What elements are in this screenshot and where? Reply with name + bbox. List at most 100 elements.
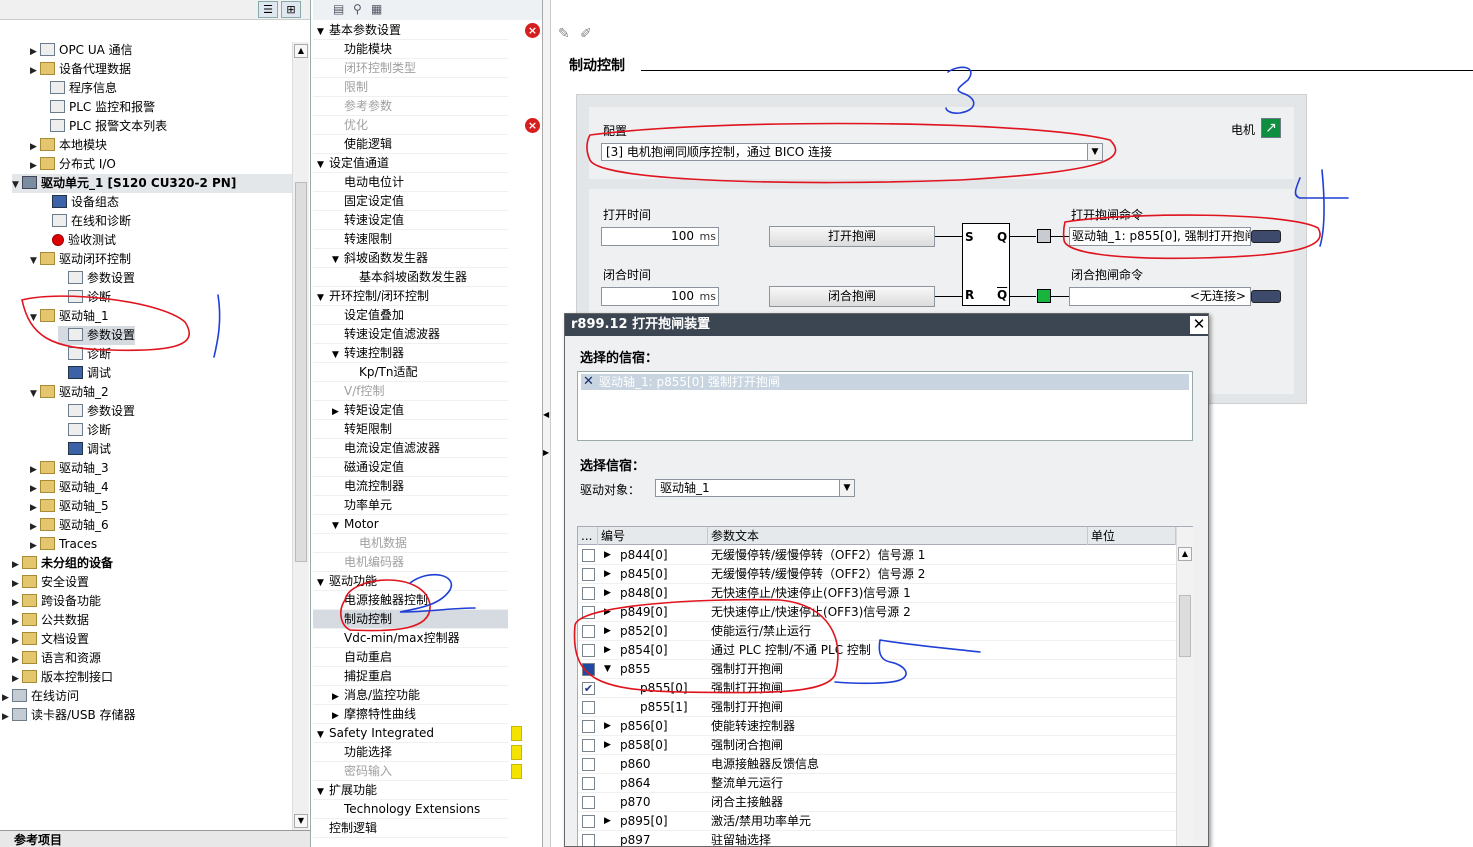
drive-object-select[interactable]: 驱动轴_1 ▼ [655, 479, 855, 497]
nav-item[interactable]: Technology Extensions [313, 800, 508, 819]
row-checkbox[interactable] [582, 739, 595, 752]
nav-item[interactable]: ▶ 摩擦特性曲线 [313, 705, 508, 724]
expand-arrow-icon[interactable]: ▶ [604, 641, 611, 660]
toolbar-icon-c[interactable]: ▦ [371, 2, 382, 16]
nav-item[interactable]: ▼ 开环控制/闭环控制 [313, 287, 508, 306]
row-checkbox[interactable] [582, 568, 595, 581]
tree-item[interactable]: PLC 监控和报警 [40, 98, 155, 117]
expand-arrow-icon[interactable]: ▶ [604, 736, 611, 755]
row-checkbox[interactable] [582, 549, 595, 562]
tree-item[interactable]: ▶ 驱动轴_3 [30, 459, 109, 478]
scroll-thumb[interactable] [1179, 595, 1191, 657]
nav-item[interactable]: 固定设定值 [313, 192, 508, 211]
tree-item[interactable]: 参数设置 [58, 269, 135, 288]
tree-item[interactable]: 设备组态 [42, 193, 119, 212]
tree-item[interactable]: ▼ 驱动单元_1 [S120 CU320-2 PN] [12, 174, 304, 193]
tree-item[interactable]: ▼ 驱动轴_1 [30, 307, 109, 326]
tree-item[interactable]: 在线和诊断 [42, 212, 131, 231]
nav-item[interactable]: V/f控制 [313, 382, 508, 401]
tree-item[interactable]: 诊断 [58, 421, 111, 440]
edit-icon[interactable]: ✎ [558, 26, 570, 42]
expand-arrow-icon[interactable]: ▶ [604, 546, 611, 565]
nav-item[interactable]: ▼ 斜坡函数发生器 [313, 249, 508, 268]
expand-arrow-icon[interactable]: ▶ [604, 717, 611, 736]
table-row[interactable]: p860 电源接触器反馈信息 [578, 755, 1176, 774]
nav-item[interactable]: 制动控制 [313, 610, 508, 629]
connect-close-button[interactable] [1251, 290, 1281, 303]
nav-item[interactable]: ▼ 基本参数设置 [313, 21, 508, 40]
nav-item[interactable]: 功能选择 [313, 743, 508, 762]
tree-item[interactable]: ▶ 本地模块 [30, 136, 107, 155]
table-row[interactable]: ▶ p856[0] 使能转速控制器 [578, 717, 1176, 736]
list-view-icon[interactable]: ☰ [258, 1, 278, 18]
nav-item[interactable]: 电机编码器 [313, 553, 508, 572]
chevron-down-icon[interactable]: ▼ [839, 480, 854, 496]
selected-sink-item[interactable]: ✕ 驱动轴_1: p855[0] 强制打开抱闸 [581, 374, 1189, 390]
tree-item[interactable]: ▶ 驱动轴_4 [30, 478, 109, 497]
table-row[interactable]: ▶ p845[0] 无缓慢停转/缓慢停转（OFF2）信号源 2 [578, 565, 1176, 584]
row-checkbox[interactable] [582, 720, 595, 733]
open-cmd-field[interactable]: 驱动轴_1: p855[0], 强制打开抱闸 [1069, 227, 1251, 246]
table-row[interactable]: ▶ p852[0] 使能运行/禁止运行 [578, 622, 1176, 641]
nav-item[interactable]: Vdc-min/max控制器 [313, 629, 508, 648]
expand-arrow-icon[interactable]: ▼ [30, 385, 40, 404]
tree-item[interactable]: ▶ 安全设置 [12, 573, 89, 592]
add-view-icon[interactable]: ⊞ [281, 1, 301, 18]
nav-item[interactable]: 转矩限制 [313, 420, 508, 439]
row-checkbox[interactable] [582, 644, 595, 657]
nav-item[interactable]: 磁通设定值 [313, 458, 508, 477]
nav-item[interactable]: 自动重启 [313, 648, 508, 667]
tree-item[interactable]: ▶ 设备代理数据 [30, 60, 131, 79]
tree-item[interactable]: 参数设置 [58, 326, 136, 345]
reference-projects-title[interactable]: 参考项目 [0, 830, 310, 847]
nav-item[interactable]: 基本斜坡函数发生器 [313, 268, 508, 287]
row-checkbox[interactable] [582, 606, 595, 619]
open-brake-button[interactable]: 打开抱闸 [769, 226, 935, 247]
nav-item[interactable]: 功能模块 [313, 40, 508, 59]
tree-item[interactable]: ▼ 驱动轴_2 [30, 383, 109, 402]
tree-item[interactable]: ▶ OPC UA 通信 [30, 41, 133, 60]
nav-item[interactable]: 电流设定值滤波器 [313, 439, 508, 458]
tree-item[interactable]: ▶ 跨设备功能 [12, 592, 101, 611]
nav-item[interactable]: ▼ Safety Integrated [313, 724, 508, 743]
close-brake-button[interactable]: 闭合抱闸 [769, 286, 935, 307]
expand-arrow-icon[interactable]: ▶ [604, 622, 611, 641]
expand-arrow-icon[interactable]: ▼ [30, 252, 40, 271]
scroll-up-icon[interactable]: ▲ [294, 44, 308, 58]
row-checkbox[interactable] [582, 777, 595, 790]
table-row[interactable]: ▶ p854[0] 通过 PLC 控制/不通 PLC 控制 [578, 641, 1176, 660]
tree-item[interactable]: ▼ 驱动闭环控制 [30, 250, 131, 269]
nav-item[interactable]: 电源接触器控制 [313, 591, 508, 610]
col-param-text[interactable]: 参数文本 [708, 527, 1088, 545]
expand-arrow-icon[interactable]: ▼ [30, 309, 40, 328]
table-row[interactable]: ▶ p849[0] 无快速停止/快速停止(OFF3)信号源 2 [578, 603, 1176, 622]
open-time-input[interactable]: 100 ms [601, 227, 719, 246]
row-checkbox[interactable] [582, 625, 595, 638]
table-row[interactable]: ▶ p844[0] 无缓慢停转/缓慢停转（OFF2）信号源 1 [578, 546, 1176, 565]
nav-item[interactable]: ▼ 驱动功能 [313, 572, 508, 591]
close-cmd-field[interactable]: <无连接> [1069, 287, 1251, 306]
table-row[interactable]: ▼ p855 强制打开抱闸 [578, 660, 1176, 679]
col-unit[interactable]: 单位 [1088, 527, 1176, 545]
table-row[interactable]: p855[1] 强制打开抱闸 [578, 698, 1176, 717]
nav-item[interactable]: ▼ Motor [313, 515, 508, 534]
nav-item[interactable]: 闭环控制类型 [313, 59, 508, 78]
nav-item[interactable]: ▼ 转速控制器 [313, 344, 508, 363]
tree-item[interactable]: ▶ 分布式 I/O [30, 155, 116, 174]
table-row[interactable]: ▶ p858[0] 强制闭合抱闸 [578, 736, 1176, 755]
tree-item[interactable]: ▶ 版本控制接口 [12, 668, 113, 687]
remove-icon[interactable]: ✕ [583, 374, 594, 390]
connect-open-button[interactable] [1251, 230, 1281, 243]
col-number[interactable]: 编号 [598, 527, 708, 545]
nav-item[interactable]: Kp/Tn适配 [313, 363, 508, 382]
row-checkbox[interactable]: ✔ [582, 682, 595, 695]
nav-item[interactable]: ▼ 扩展功能 [313, 781, 508, 800]
tree-item[interactable]: ▶ 公共数据 [12, 611, 89, 630]
nav-item[interactable]: 转速设定值滤波器 [313, 325, 508, 344]
edit-all-icon[interactable]: ✐ [580, 26, 592, 42]
project-tree-scrollbar[interactable]: ▲ ▼ [292, 42, 309, 830]
tree-item[interactable]: ▶ 读卡器/USB 存储器 [2, 706, 136, 725]
tree-item[interactable]: 验收测试 [42, 231, 116, 250]
row-checkbox[interactable] [582, 796, 595, 809]
tree-item[interactable]: ▶ Traces [30, 535, 97, 554]
